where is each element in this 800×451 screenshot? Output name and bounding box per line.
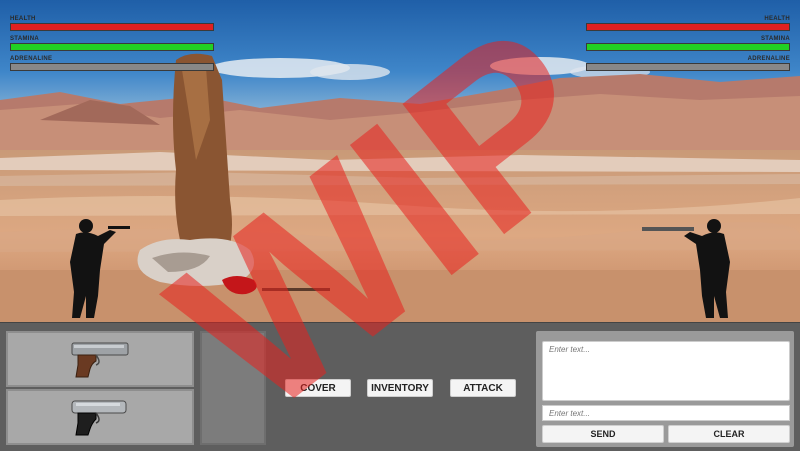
- inventory-slot-3[interactable]: [200, 331, 266, 445]
- pistol-walther-icon: [71, 400, 127, 436]
- enemy-status-bars: HEALTH STAMINA ADRENALINE: [586, 15, 790, 75]
- enemy-adrenaline-label: ADRENALINE: [747, 56, 790, 62]
- player-stamina-bar: [10, 43, 214, 51]
- inventory-button[interactable]: INVENTORY: [367, 379, 433, 397]
- send-button[interactable]: SEND: [542, 425, 664, 443]
- enemy-health-bar: [586, 23, 790, 31]
- player-health-label: HEALTH: [10, 16, 36, 22]
- player-status-bars: HEALTH STAMINA ADRENALINE: [10, 15, 214, 75]
- chat-message-input[interactable]: [542, 405, 790, 421]
- cover-button[interactable]: COVER: [285, 379, 351, 397]
- game-scene: HEALTH STAMINA ADRENALINE HEALTH STAMINA…: [0, 0, 800, 322]
- player-stamina-label: STAMINA: [10, 36, 39, 42]
- player-health-bar: [10, 23, 214, 31]
- enemy-stamina-bar: [586, 43, 790, 51]
- pistol-colt-icon: [71, 342, 129, 378]
- enemy-health-label: HEALTH: [764, 16, 790, 22]
- enemy-adrenaline-bar: [586, 63, 790, 71]
- attack-button[interactable]: ATTACK: [450, 379, 516, 397]
- enemy-stamina-label: STAMINA: [761, 36, 790, 42]
- hud-panel: COVER INVENTORY ATTACK SEND CLEAR: [0, 322, 800, 451]
- chat-log-textarea[interactable]: [542, 341, 790, 401]
- chat-panel: SEND CLEAR: [536, 331, 794, 447]
- player-adrenaline-bar: [10, 63, 214, 71]
- inventory-slot-1[interactable]: [6, 331, 194, 387]
- clear-button[interactable]: CLEAR: [668, 425, 790, 443]
- inventory-slot-2[interactable]: [6, 389, 194, 445]
- player-adrenaline-label: ADRENALINE: [10, 56, 53, 62]
